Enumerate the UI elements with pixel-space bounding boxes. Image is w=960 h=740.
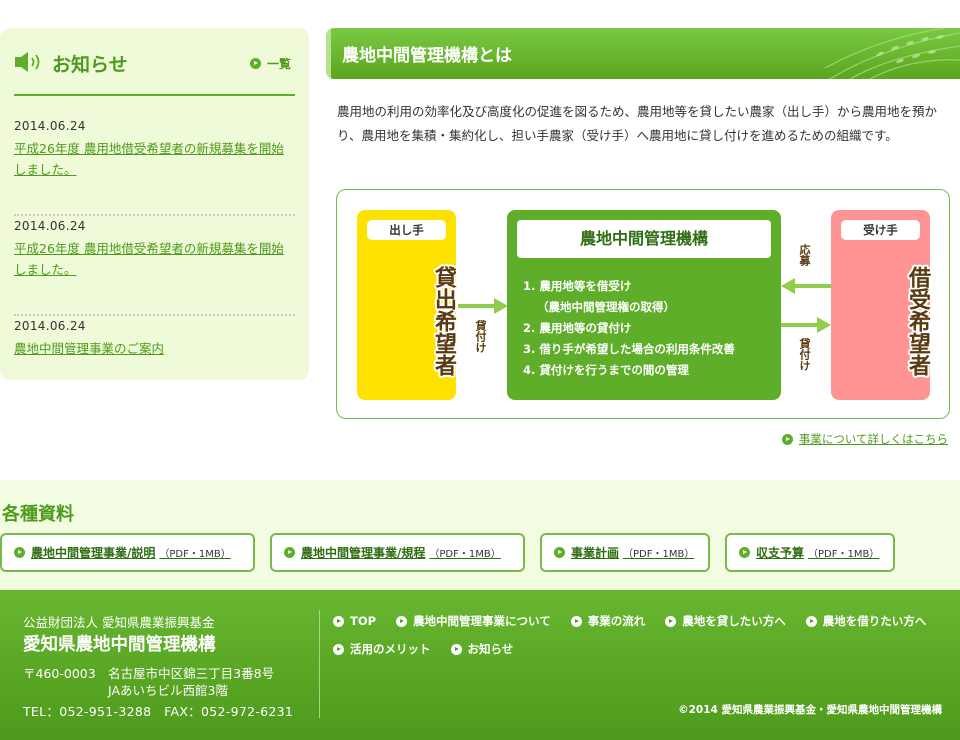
footer-nav-label: お知らせ <box>467 642 514 656</box>
news-link[interactable]: 平成26年度 農用地借受希望者の新規募集を開始しました。 <box>14 238 295 280</box>
news-link[interactable]: 農地中間管理事業のご案内 <box>14 338 295 359</box>
section-header: 農地中間管理機構とは <box>326 28 960 79</box>
footer-contact: TEL：052-951-3288 FAX：052-972-6231 <box>23 704 294 719</box>
giver-tag: 出し手 <box>367 220 446 240</box>
arrow-lend-label: 貸付け <box>474 320 487 353</box>
role-item: 1. 農用地等を借受け <box>523 279 632 293</box>
footer-nav-label: 農地を借りたい方へ <box>822 614 927 628</box>
speaker-icon <box>15 52 40 72</box>
footer-nav-top[interactable]: TOP <box>333 613 376 629</box>
arrow-circle-icon <box>665 615 677 627</box>
arrow-circle-icon <box>14 547 25 558</box>
section-intro: 農用地の利用の効率化及び高度化の促進を図るため、農用地等を貸したい農家（出し手）… <box>337 104 938 143</box>
footer-nav-label: 農地を貸したい方へ <box>682 614 786 628</box>
footer-nav-news[interactable]: お知らせ <box>450 641 514 657</box>
material-button[interactable]: 事業計画 （PDF・1MB） <box>540 533 710 572</box>
business-detail-link[interactable]: 事業について詳しくはこちら <box>781 431 948 447</box>
material-label: 収支予算 <box>756 546 805 560</box>
footer-address-building: JAあいちビル西館3階 <box>108 683 228 698</box>
site-footer: 公益財団法人 愛知県農業振興基金 愛知県農地中間管理機構 〒460-0003 名… <box>0 590 960 740</box>
footer-nav-merit[interactable]: 活用のメリット <box>333 641 431 657</box>
business-detail-label: 事業について詳しくはこちら <box>798 432 948 446</box>
arrow-circle-icon <box>333 615 344 627</box>
footer-nav-label: 農地中間管理事業について <box>413 614 551 628</box>
arrow-circle-icon <box>333 643 344 655</box>
arrow-lend-label: 貸付け <box>798 338 811 371</box>
footer-nav-label: 事業の流れ <box>587 614 646 628</box>
arrow-circle-icon <box>570 615 582 627</box>
organization-roles: 1. 農用地等を借受け （農地中間管理権の取得） 2. 農用地等の貸付け 3. … <box>523 276 735 381</box>
footer-nav-flow[interactable]: 事業の流れ <box>570 613 646 629</box>
material-button[interactable]: 農地中間管理事業/説明 （PDF・1MB） <box>0 533 255 572</box>
material-button[interactable]: 収支予算 （PDF・1MB） <box>725 533 895 572</box>
material-label: 農地中間管理事業/説明 <box>31 546 156 560</box>
news-panel: お知らせ 一覧 2014.06.24 平成26年度 農用地借受希望者の新規募集を… <box>0 28 309 380</box>
news-header: お知らせ 一覧 <box>14 28 295 96</box>
giver-box: 出し手 貸出希望者 <box>357 210 456 400</box>
news-item: 2014.06.24 平成26年度 農用地借受希望者の新規募集を開始しました。 <box>14 216 295 316</box>
receiver-tag: 受け手 <box>841 220 920 240</box>
arrow-circle-icon <box>781 433 793 445</box>
arrow-circle-icon <box>284 547 295 558</box>
arrow-circle-icon <box>396 615 408 627</box>
material-filetype: （PDF・1MB） <box>808 549 880 560</box>
news-list: 2014.06.24 平成26年度 農用地借受希望者の新規募集を開始しました。 … <box>14 116 295 416</box>
material-label: 農地中間管理事業/規程 <box>301 546 426 560</box>
organization-title: 農地中間管理機構 <box>517 220 771 258</box>
receiver-name: 借受希望者 <box>905 266 930 376</box>
footer-nav-label: 活用のメリット <box>350 642 431 656</box>
section-title: 農地中間管理機構とは <box>342 46 512 66</box>
giver-name: 貸出希望者 <box>431 266 456 376</box>
material-label: 事業計画 <box>571 546 620 560</box>
copyright: ©2014 愛知県農業振興基金・愛知県農地中間管理機構 <box>678 704 942 716</box>
footer-nav: TOP 農地中間管理事業について 事業の流れ 農地を貸したい方へ 農地を借りたい… <box>333 613 953 657</box>
arrow-circle-icon <box>249 58 261 69</box>
organization-box: 農地中間管理機構 1. 農用地等を借受け （農地中間管理権の取得） 2. 農用地… <box>507 210 781 400</box>
material-button[interactable]: 農地中間管理事業/規程 （PDF・1MB） <box>270 533 525 572</box>
arrow-left-icon <box>781 278 831 294</box>
footer-nav-lend[interactable]: 農地を貸したい方へ <box>665 613 786 629</box>
footer-nav-label: TOP <box>350 614 377 628</box>
news-date: 2014.06.24 <box>14 119 86 133</box>
role-item: （農地中間管理権の取得） <box>537 300 675 314</box>
news-item: 2014.06.24 農地中間管理事業のご案内 <box>14 316 295 416</box>
news-date: 2014.06.24 <box>14 219 86 233</box>
news-link[interactable]: 平成26年度 農用地借受希望者の新規募集を開始しました。 <box>14 138 295 180</box>
news-date: 2014.06.24 <box>14 319 86 333</box>
arrow-right-icon <box>781 317 831 333</box>
news-list-link[interactable]: 一覧 <box>249 55 291 72</box>
role-item: 2. 農用地等の貸付け <box>523 321 632 335</box>
footer-nav-borrow[interactable]: 農地を借りたい方へ <box>805 613 927 629</box>
arrow-circle-icon <box>554 547 565 558</box>
footer-org-parent: 公益財団法人 愛知県農業振興基金 <box>23 615 215 630</box>
role-item: 4. 貸付けを行うまでの間の管理 <box>523 363 689 377</box>
arrow-right-icon <box>458 298 508 314</box>
flow-diagram: 出し手 貸出希望者 貸付け 農地中間管理機構 1. 農用地等を借受け （農地中間… <box>336 189 950 419</box>
material-filetype: （PDF・1MB） <box>159 549 231 560</box>
material-filetype: （PDF・1MB） <box>429 549 501 560</box>
role-item: 3. 借り手が希望した場合の利用条件改善 <box>523 342 735 356</box>
materials-title: 各種資料 <box>2 504 74 525</box>
news-item: 2014.06.24 平成26年度 農用地借受希望者の新規募集を開始しました。 <box>14 116 295 216</box>
news-list-label: 一覧 <box>266 57 291 71</box>
receiver-box: 受け手 借受希望者 <box>831 210 930 400</box>
rice-plant-icon <box>824 28 960 79</box>
materials-section: 各種資料 農地中間管理事業/説明 （PDF・1MB） 農地中間管理事業/規程 （… <box>0 480 960 590</box>
arrow-circle-icon <box>805 615 817 627</box>
footer-divider <box>319 610 320 718</box>
arrow-apply-label: 応募 <box>798 244 811 266</box>
arrow-circle-icon <box>739 547 750 558</box>
news-title: お知らせ <box>52 54 128 76</box>
arrow-circle-icon <box>450 643 462 655</box>
material-filetype: （PDF・1MB） <box>623 549 695 560</box>
footer-nav-about[interactable]: 農地中間管理事業について <box>396 613 551 629</box>
footer-org-name: 愛知県農地中間管理機構 <box>23 635 216 655</box>
